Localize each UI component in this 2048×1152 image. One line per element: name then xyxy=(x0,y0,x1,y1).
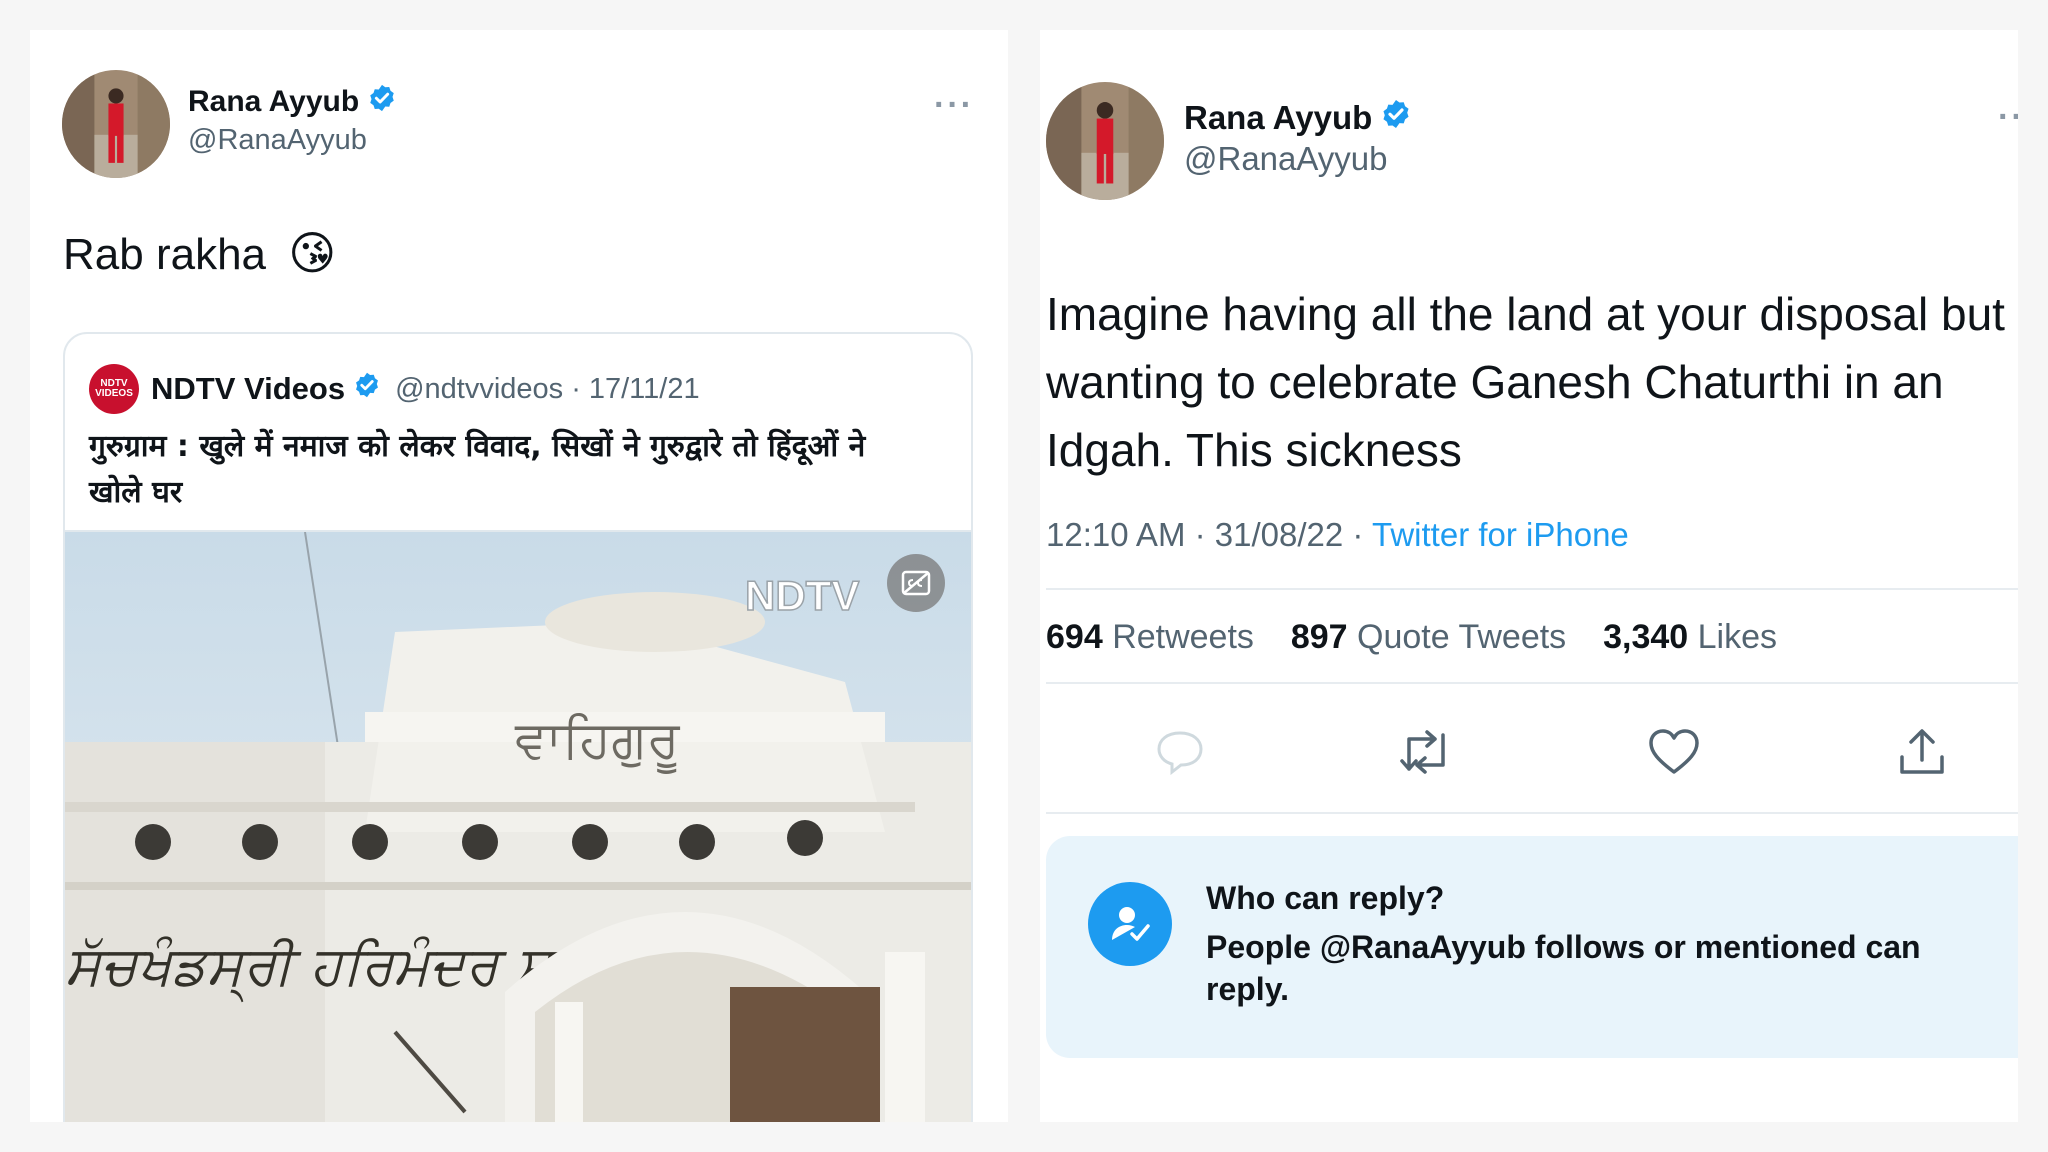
tweet-text-body: Rab rakha xyxy=(63,230,267,279)
reply-button[interactable] xyxy=(1140,712,1220,792)
author-avatar[interactable] xyxy=(1046,82,1164,200)
likes-stat[interactable]: 3,340 Likes xyxy=(1603,618,1777,656)
divider xyxy=(1046,682,2018,684)
quote-tweets-stat[interactable]: 897 Quote Tweets xyxy=(1291,618,1566,656)
author-name[interactable]: Rana Ayyub xyxy=(188,82,397,122)
more-options-icon[interactable]: ·· xyxy=(1998,98,2018,137)
heart-icon xyxy=(1649,729,1699,774)
divider xyxy=(1046,812,2018,814)
retweet-button[interactable] xyxy=(1386,712,1466,792)
meta-separator: · xyxy=(1194,516,1206,553)
ndtv-logo-icon[interactable]: NDTV VIDEOS xyxy=(89,364,139,414)
left-tweet-card: Rana Ayyub @RanaAyyub ··· Rab rakha 😘 ND… xyxy=(30,30,1008,1122)
quoted-source-handle[interactable]: @ndtvvideos xyxy=(395,373,563,406)
share-icon xyxy=(1900,729,1944,774)
tweet-time[interactable]: 12:10 AM xyxy=(1046,516,1185,553)
ndtv-watermark: NDTV xyxy=(745,572,859,619)
tweet-client-link[interactable]: Twitter for iPhone xyxy=(1372,516,1629,553)
retweets-stat[interactable]: 694 Retweets xyxy=(1046,618,1254,656)
captions-icon[interactable] xyxy=(887,554,945,612)
quoted-source-name[interactable]: NDTV Videos @ndtvvideos · 17/11/21 xyxy=(151,368,700,410)
engagement-stats: 694 Retweets 897 Quote Tweets 3,340 Like… xyxy=(1046,618,1777,657)
author-handle[interactable]: @RanaAyyub xyxy=(188,124,367,157)
author-name[interactable]: Rana Ayyub xyxy=(1184,96,1412,140)
tweet-date[interactable]: 31/08/22 xyxy=(1215,516,1343,553)
tweet-meta-line: 12:10 AM · 31/08/22 · Twitter for iPhone xyxy=(1046,516,1629,554)
quoted-date[interactable]: 17/11/21 xyxy=(589,373,700,406)
divider xyxy=(1046,588,2018,590)
reply-icon xyxy=(1157,731,1203,775)
tweet-text: Rab rakha 😘 xyxy=(63,226,336,280)
meta-separator: · xyxy=(1352,516,1364,553)
author-avatar[interactable] xyxy=(62,70,170,178)
quoted-video-thumbnail[interactable]: ਵਾਹਿਗੁਰੂ ਸੱਚਖੰਡਸ੍ਰੀ ਹਰਿਮੰਦਰ ਸਾਹਿਬ NDTV xyxy=(65,532,971,1122)
quoted-tweet-text: गुरुग्राम : खुले में नमाज को लेकर विवाद,… xyxy=(89,429,866,510)
mention-icon xyxy=(1088,882,1172,966)
kissing-emoji-icon: 😘 xyxy=(288,227,337,279)
quoted-source-name-text: NDTV Videos xyxy=(151,371,346,406)
author-name-text: Rana Ayyub xyxy=(1184,99,1373,136)
author-name-text: Rana Ayyub xyxy=(188,85,360,118)
author-handle[interactable]: @RanaAyyub xyxy=(1184,140,1388,178)
verified-badge-icon xyxy=(353,371,381,407)
retweet-icon xyxy=(1400,730,1445,774)
tweet-text: Imagine having all the land at your disp… xyxy=(1046,288,2005,476)
verified-badge-icon xyxy=(367,83,397,121)
verified-badge-icon xyxy=(1380,98,1412,138)
more-options-icon[interactable]: ··· xyxy=(934,86,974,125)
share-button[interactable] xyxy=(1882,712,1962,792)
like-button[interactable] xyxy=(1634,712,1714,792)
gurdwara-sign-text: ਵਾਹਿਗੁਰੂ xyxy=(514,710,680,774)
who-can-reply-title: Who can reply? xyxy=(1206,880,1445,916)
quoted-separator: · xyxy=(571,372,581,405)
gurdwara-image: ਵਾਹਿਗੁਰੂ ਸੱਚਖੰਡਸ੍ਰੀ ਹਰਿਮੰਦਰ ਸਾਹਿਬ NDTV xyxy=(65,532,971,1122)
who-can-reply-body: People @RanaAyyub follows or mentioned c… xyxy=(1206,929,1921,1007)
who-can-reply-notice: Who can reply? People @RanaAyyub follows… xyxy=(1046,836,2018,1058)
right-tweet-card: Rana Ayyub @RanaAyyub ·· Imagine having … xyxy=(1040,30,2018,1122)
quoted-tweet-card[interactable]: NDTV VIDEOS NDTV Videos @ndtvvideos · 17… xyxy=(63,332,973,1122)
